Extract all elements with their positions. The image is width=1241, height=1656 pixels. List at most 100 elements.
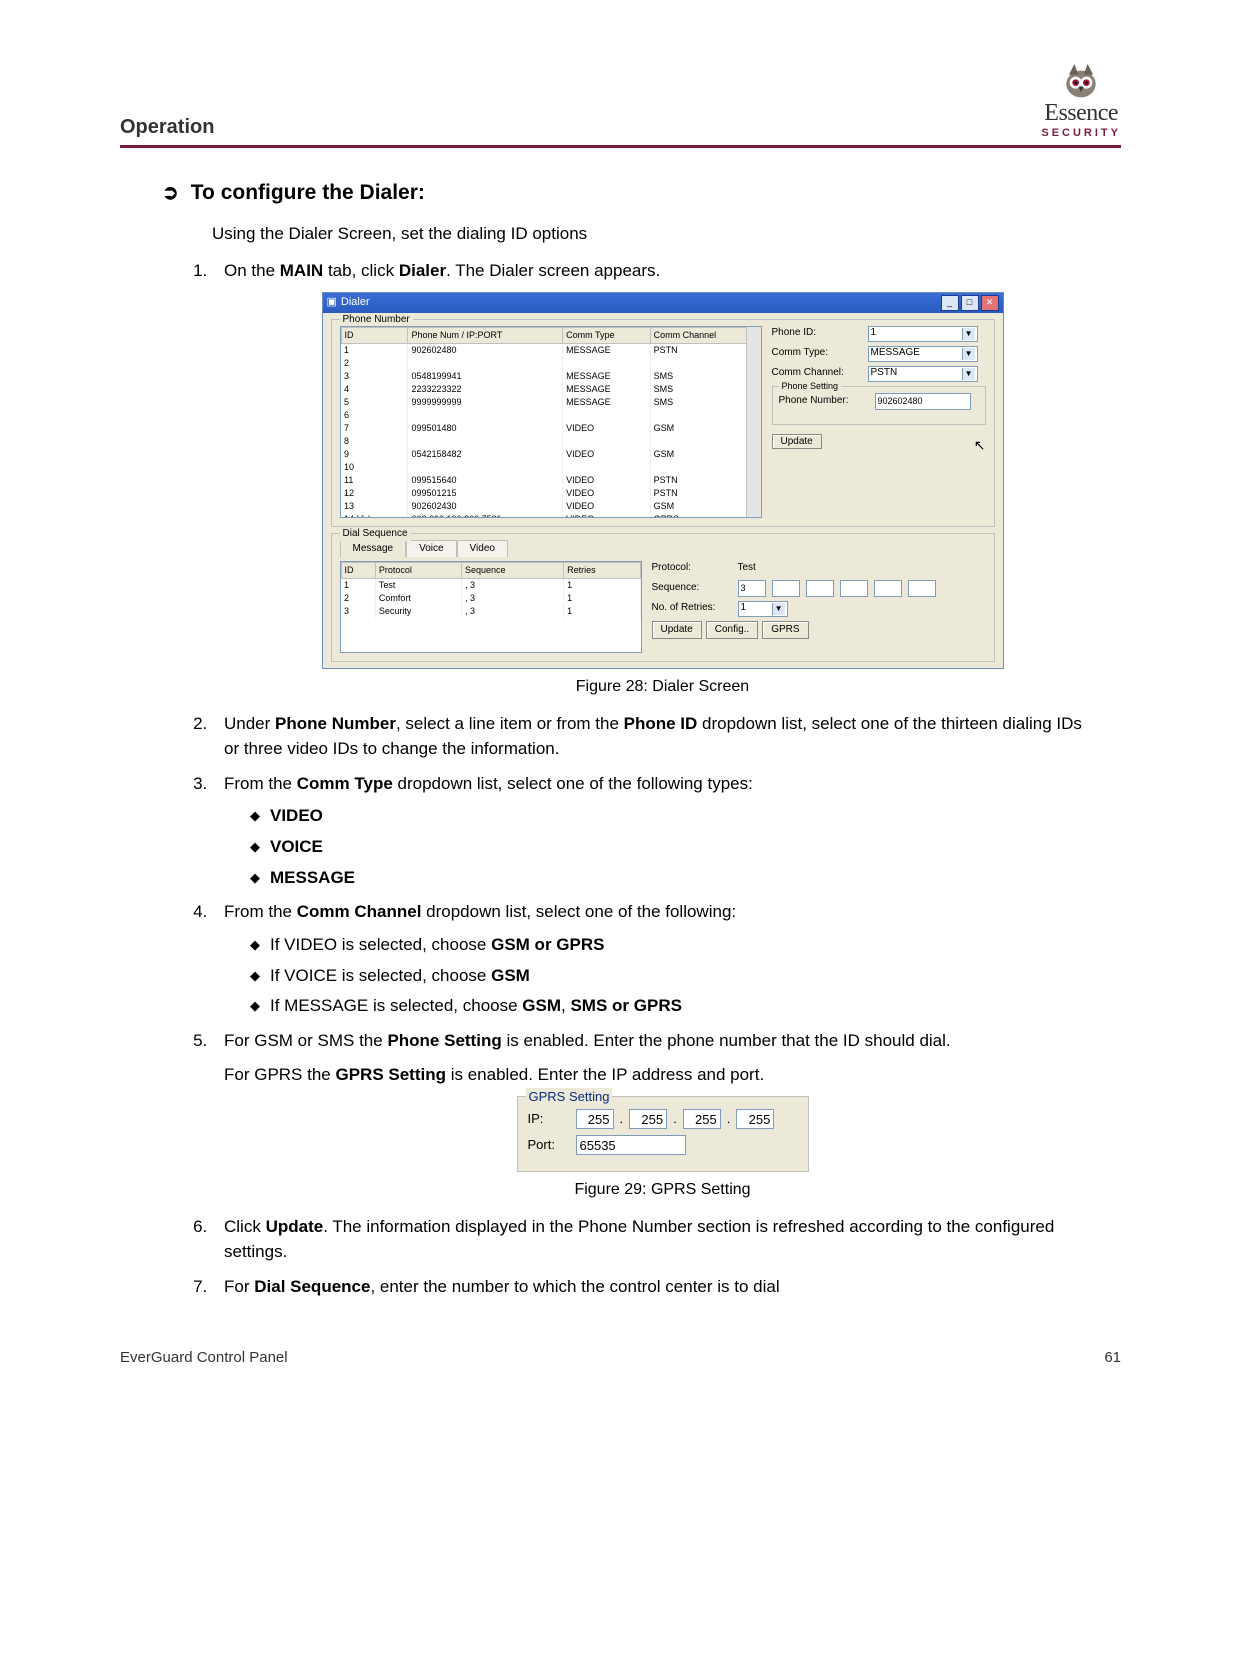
list-item: If VOICE is selected, choose GSM	[250, 964, 1101, 989]
cursor-icon: ↖	[974, 435, 986, 455]
close-icon[interactable]: ✕	[981, 295, 999, 311]
phone-table[interactable]: ID Phone Num / IP:PORT Comm Type Comm Ch…	[340, 326, 762, 518]
step-7: For Dial Sequence, enter the number to w…	[212, 1275, 1101, 1300]
chevron-down-icon: ▼	[962, 368, 975, 380]
phone-setting-group: Phone Setting Phone Number:	[772, 386, 986, 425]
seq-input-4[interactable]	[840, 580, 868, 597]
comm-type-label: Comm Type:	[772, 346, 862, 361]
chevron-down-icon: ▼	[962, 328, 975, 340]
steps-list: On the MAIN tab, click Dialer. The Diale…	[190, 259, 1101, 1299]
gprs-setting-group: GPRS Setting IP: . . . Port:	[517, 1096, 809, 1172]
dial-seq-table[interactable]: ID Protocol Sequence Retries 1Test, 31 2…	[340, 561, 642, 653]
logo-text: Essence	[1041, 100, 1121, 127]
page-header: Operation Essence SECURITY	[120, 60, 1121, 148]
ip-part-3[interactable]	[683, 1109, 721, 1129]
title-bar: ▣ Dialer _ □ ✕	[323, 293, 1003, 313]
phone-number-group: Phone Number ID Phone Num / IP:PORT Comm…	[331, 319, 995, 527]
port-label: Port:	[528, 1136, 570, 1155]
col-chan: Comm Channel	[650, 327, 760, 343]
tab-voice[interactable]: Voice	[406, 540, 456, 558]
comm-type-select[interactable]: MESSAGE▼	[868, 346, 978, 362]
phone-right-pane: Phone ID: 1▼ Comm Type: MESSAGE▼ Comm Ch…	[772, 326, 986, 455]
figure-28-wrap: ▣ Dialer _ □ ✕ Phone Number	[224, 292, 1101, 699]
seq-input-3[interactable]	[806, 580, 834, 597]
step-4: From the Comm Channel dropdown list, sel…	[212, 900, 1101, 1019]
dial-seq-right: Protocol:Test Sequence:	[652, 561, 986, 639]
heading-text: To configure the Dialer:	[191, 178, 425, 208]
table-row: 10	[341, 461, 760, 474]
minimize-icon[interactable]: _	[941, 295, 959, 311]
footer-title: EverGuard Control Panel	[120, 1349, 288, 1366]
table-row: 13902602430VIDEOGSM	[341, 500, 760, 513]
table-row: 42233223322MESSAGESMS	[341, 383, 760, 396]
table-row: 3Security, 31	[341, 605, 640, 618]
ip-part-1[interactable]	[576, 1109, 614, 1129]
retries-select[interactable]: 1▼	[738, 601, 788, 617]
list-item: VOICE	[250, 835, 1101, 860]
maximize-icon[interactable]: □	[961, 295, 979, 311]
table-row: 12099501215VIDEOPSTN	[341, 487, 760, 500]
table-row: 1Test, 31	[341, 579, 640, 593]
seq-input-6[interactable]	[908, 580, 936, 597]
chevron-down-icon: ▼	[962, 348, 975, 360]
table-row: 14-Video062.090.100.200:7581VIDEOGPRS	[341, 513, 760, 517]
table-row: 8	[341, 435, 760, 448]
step-1: On the MAIN tab, click Dialer. The Diale…	[212, 259, 1101, 698]
ip-part-2[interactable]	[629, 1109, 667, 1129]
window-title: Dialer	[341, 295, 370, 311]
section-heading: ➲ To configure the Dialer:	[162, 178, 1101, 208]
table-row: 90542158482VIDEOGSM	[341, 448, 760, 461]
step-2: Under Phone Number, select a line item o…	[212, 712, 1101, 761]
table-row: 6	[341, 409, 760, 422]
comm-chan-select[interactable]: PSTN▼	[868, 366, 978, 382]
phone-number-input[interactable]	[875, 393, 971, 410]
step-5: For GSM or SMS the Phone Setting is enab…	[212, 1029, 1101, 1201]
logo-subtext: SECURITY	[1041, 127, 1121, 139]
phone-id-label: Phone ID:	[772, 326, 862, 341]
ds-update-button[interactable]: Update	[652, 621, 702, 640]
list-item: If VIDEO is selected, choose GSM or GPRS	[250, 933, 1101, 958]
update-button[interactable]: Update	[772, 434, 822, 449]
tab-message[interactable]: Message	[340, 540, 407, 558]
dial-sequence-group: Dial Sequence Message Voice Video	[331, 533, 995, 663]
list-item: MESSAGE	[250, 866, 1101, 891]
protocol-value: Test	[738, 561, 756, 576]
phone-id-select[interactable]: 1▼	[868, 326, 978, 342]
seq-input-2[interactable]	[772, 580, 800, 597]
owl-icon	[1046, 60, 1116, 100]
table-row: 2Comfort, 31	[341, 592, 640, 605]
step-6: Click Update. The information displayed …	[212, 1215, 1101, 1264]
table-row: 59999999999MESSAGESMS	[341, 396, 760, 409]
col-type: Comm Type	[563, 327, 650, 343]
app-icon: ▣	[327, 295, 337, 311]
phone-number-label: Phone Number:	[779, 394, 869, 409]
col-num: Phone Num / IP:PORT	[408, 327, 563, 343]
list-item: If MESSAGE is selected, choose GSM, SMS …	[250, 994, 1101, 1019]
col-id: ID	[341, 327, 408, 343]
page-number: 61	[1104, 1349, 1121, 1366]
tab-video[interactable]: Video	[457, 540, 508, 558]
gprs-legend: GPRS Setting	[526, 1088, 613, 1107]
figure-29-caption: Figure 29: GPRS Setting	[224, 1178, 1101, 1201]
scrollbar[interactable]	[746, 327, 761, 517]
list-item: VIDEO	[250, 804, 1101, 829]
table-row: 1902602480MESSAGEPSTN	[341, 343, 760, 357]
table-row: 30548199941MESSAGESMS	[341, 370, 760, 383]
table-row: 2	[341, 357, 760, 370]
table-row: 11099515640VIDEOPSTN	[341, 474, 760, 487]
table-row: 7099501480VIDEOGSM	[341, 422, 760, 435]
dialer-window: ▣ Dialer _ □ ✕ Phone Number	[322, 292, 1004, 670]
section-name: Operation	[120, 116, 214, 139]
ip-part-4[interactable]	[736, 1109, 774, 1129]
seq-input-5[interactable]	[874, 580, 902, 597]
ds-gprs-button[interactable]: GPRS	[762, 621, 808, 640]
ds-config-button[interactable]: Config..	[706, 621, 758, 640]
brand-logo: Essence SECURITY	[1041, 60, 1121, 139]
seq-input-1[interactable]	[738, 580, 766, 597]
chevron-down-icon: ▼	[772, 603, 785, 615]
port-input[interactable]	[576, 1135, 686, 1155]
figure-29-wrap: GPRS Setting IP: . . . Port:	[224, 1096, 1101, 1201]
intro-text: Using the Dialer Screen, set the dialing…	[212, 222, 1101, 247]
ip-label: IP:	[528, 1110, 570, 1129]
figure-28-caption: Figure 28: Dialer Screen	[224, 675, 1101, 698]
